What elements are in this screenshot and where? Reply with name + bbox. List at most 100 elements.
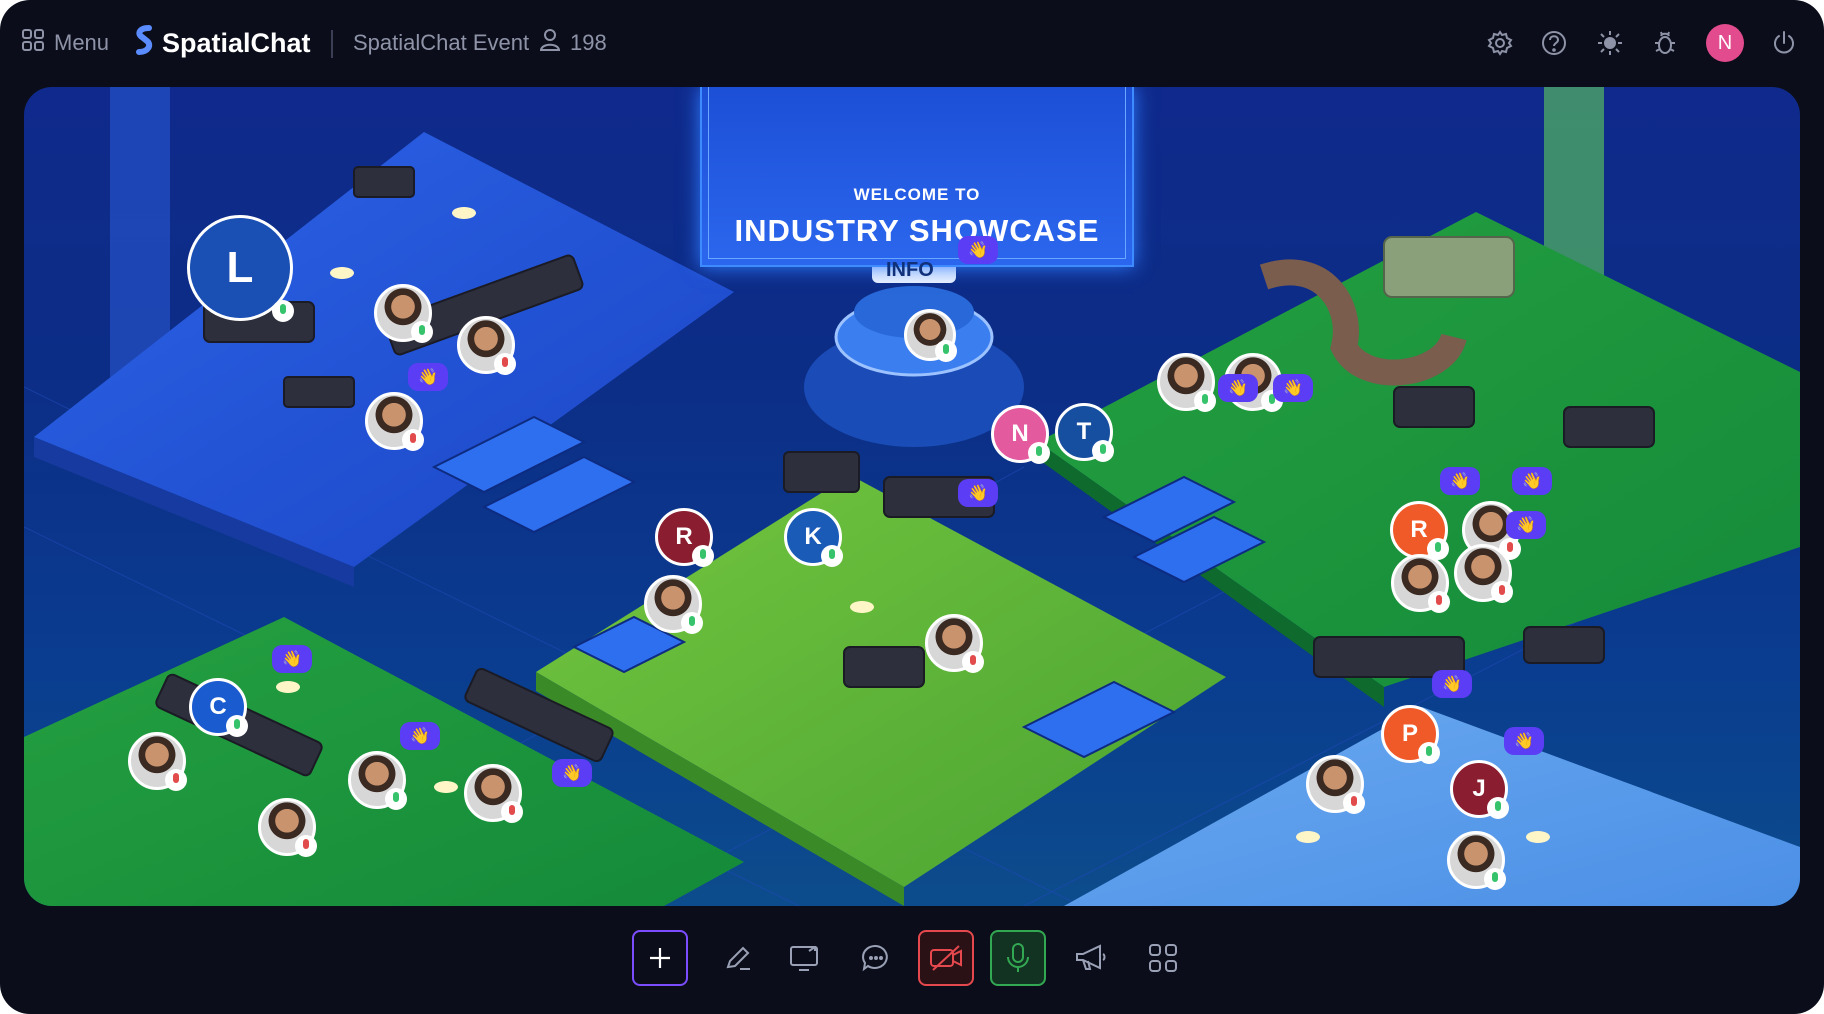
settings-icon[interactable] [1483,26,1517,60]
info-label: INFO [886,259,934,281]
avatar-initial: J [1472,775,1486,802]
brightness-icon[interactable] [1593,26,1627,60]
mic-off-icon [402,429,424,451]
participant-avatar[interactable] [904,309,957,362]
participant-avatar-t[interactable]: T [1055,403,1114,462]
power-icon[interactable] [1767,26,1801,60]
participant-avatar-r[interactable]: R [655,508,714,567]
wave-icon: 👋 [408,363,448,391]
participant-avatar-k[interactable]: K [784,508,843,567]
participant-avatar[interactable] [348,751,407,810]
wave-icon: 👋 [272,645,312,673]
mic-on-icon [1028,442,1050,464]
wave-icon: 👋 [1432,670,1472,698]
spatialchat-logo-icon [134,24,154,62]
participant-avatar[interactable] [457,316,516,375]
mic-on-icon [935,340,957,362]
participant-avatar[interactable] [1454,544,1513,603]
pencil-icon [726,946,750,970]
wave-icon: 👋 [1440,467,1480,495]
welcome-sign: WELCOME TO INDUSTRY SHOWCASE [700,87,1134,267]
mic-off-icon [1491,581,1513,603]
participant-avatar[interactable] [1157,353,1216,412]
wave-icon: 👋 [958,479,998,507]
sign-title: INDUSTRY SHOWCASE [734,213,1100,248]
mic-off-icon [962,651,984,673]
wave-icon: 👋 [1506,511,1546,539]
participant-avatar[interactable] [1391,554,1450,613]
mic-on-icon [272,300,294,322]
menu-label: Menu [54,30,110,55]
chat-button[interactable] [848,930,904,986]
participant-avatar[interactable] [128,732,187,791]
participant-avatar-r2[interactable]: R [1390,501,1449,560]
help-icon[interactable] [1537,26,1571,60]
mic-on-icon [1484,868,1506,890]
draw-button[interactable] [710,930,766,986]
app-logo: SpatialChat [134,22,311,64]
mic-off-icon [1428,591,1450,613]
avatar-initial: C [209,693,227,720]
spatial-map[interactable]: WELCOME TO INDUSTRY SHOWCASE INFO L N T … [24,87,1800,906]
divider [331,30,333,58]
wave-icon: 👋 [1504,727,1544,755]
participant-avatar-n[interactable]: N [991,405,1050,464]
camera-toggle-button[interactable] [918,930,974,986]
megaphone-icon [1076,944,1106,970]
participant-avatar-l[interactable]: L [187,215,294,322]
microphone-icon [1007,943,1029,972]
mic-off-icon [295,835,317,857]
participant-avatar[interactable] [925,614,984,673]
apps-button[interactable] [1135,930,1191,986]
wave-icon: 👋 [1218,374,1258,402]
participant-avatar[interactable] [644,575,703,634]
screen-share-button[interactable] [777,930,833,986]
mic-on-icon [385,788,407,810]
grid-icon [1149,944,1177,972]
mic-on-icon [821,545,843,567]
top-bar: Menu SpatialChat SpatialChat Event 198 N [0,0,1824,86]
chat-icon [862,944,888,972]
bottom-toolbar [0,906,1824,1014]
event-name: SpatialChat Event [353,30,530,55]
mic-off-icon [165,769,187,791]
mic-on-icon [681,612,703,634]
participant-avatar[interactable] [374,284,433,343]
participant-avatar[interactable] [1306,755,1365,814]
screen-share-icon [790,946,818,971]
plus-icon [650,948,670,968]
participant-avatar-j[interactable]: J [1450,760,1509,819]
microphone-toggle-button[interactable] [990,930,1046,986]
sign-subtitle: WELCOME TO [853,185,981,204]
mic-on-icon [226,715,248,737]
bug-report-icon[interactable] [1648,26,1682,60]
user-avatar[interactable]: N [1706,24,1744,62]
participant-avatar[interactable] [1447,831,1506,890]
menu-button[interactable]: Menu [22,22,109,64]
participant-avatar[interactable] [258,798,317,857]
wave-icon: 👋 [958,236,998,264]
add-button[interactable] [632,930,688,986]
avatar-initial: T [1076,418,1092,445]
mic-on-icon [1418,742,1440,764]
announce-button[interactable] [1063,930,1119,986]
wave-icon: 👋 [400,722,440,750]
wave-icon: 👋 [552,759,592,787]
participant-avatar-p[interactable]: P [1381,705,1440,764]
avatar-initial: K [804,523,822,550]
grid-icon [22,29,44,57]
mic-on-icon [411,321,433,343]
avatar-initial: R [1410,516,1428,543]
mic-off-icon [494,353,516,375]
wave-icon: 👋 [1273,374,1313,402]
participant-count-value: 198 [570,30,607,55]
participant-avatar[interactable] [464,764,523,823]
mic-off-icon [1343,792,1365,814]
bar-counter [1383,236,1515,298]
participant-count[interactable]: 198 [539,22,607,64]
camera-off-icon [930,945,962,971]
mic-on-icon [1194,390,1216,412]
participant-avatar[interactable] [365,392,424,451]
person-icon [539,29,561,57]
participant-avatar-c[interactable]: C [189,678,248,737]
